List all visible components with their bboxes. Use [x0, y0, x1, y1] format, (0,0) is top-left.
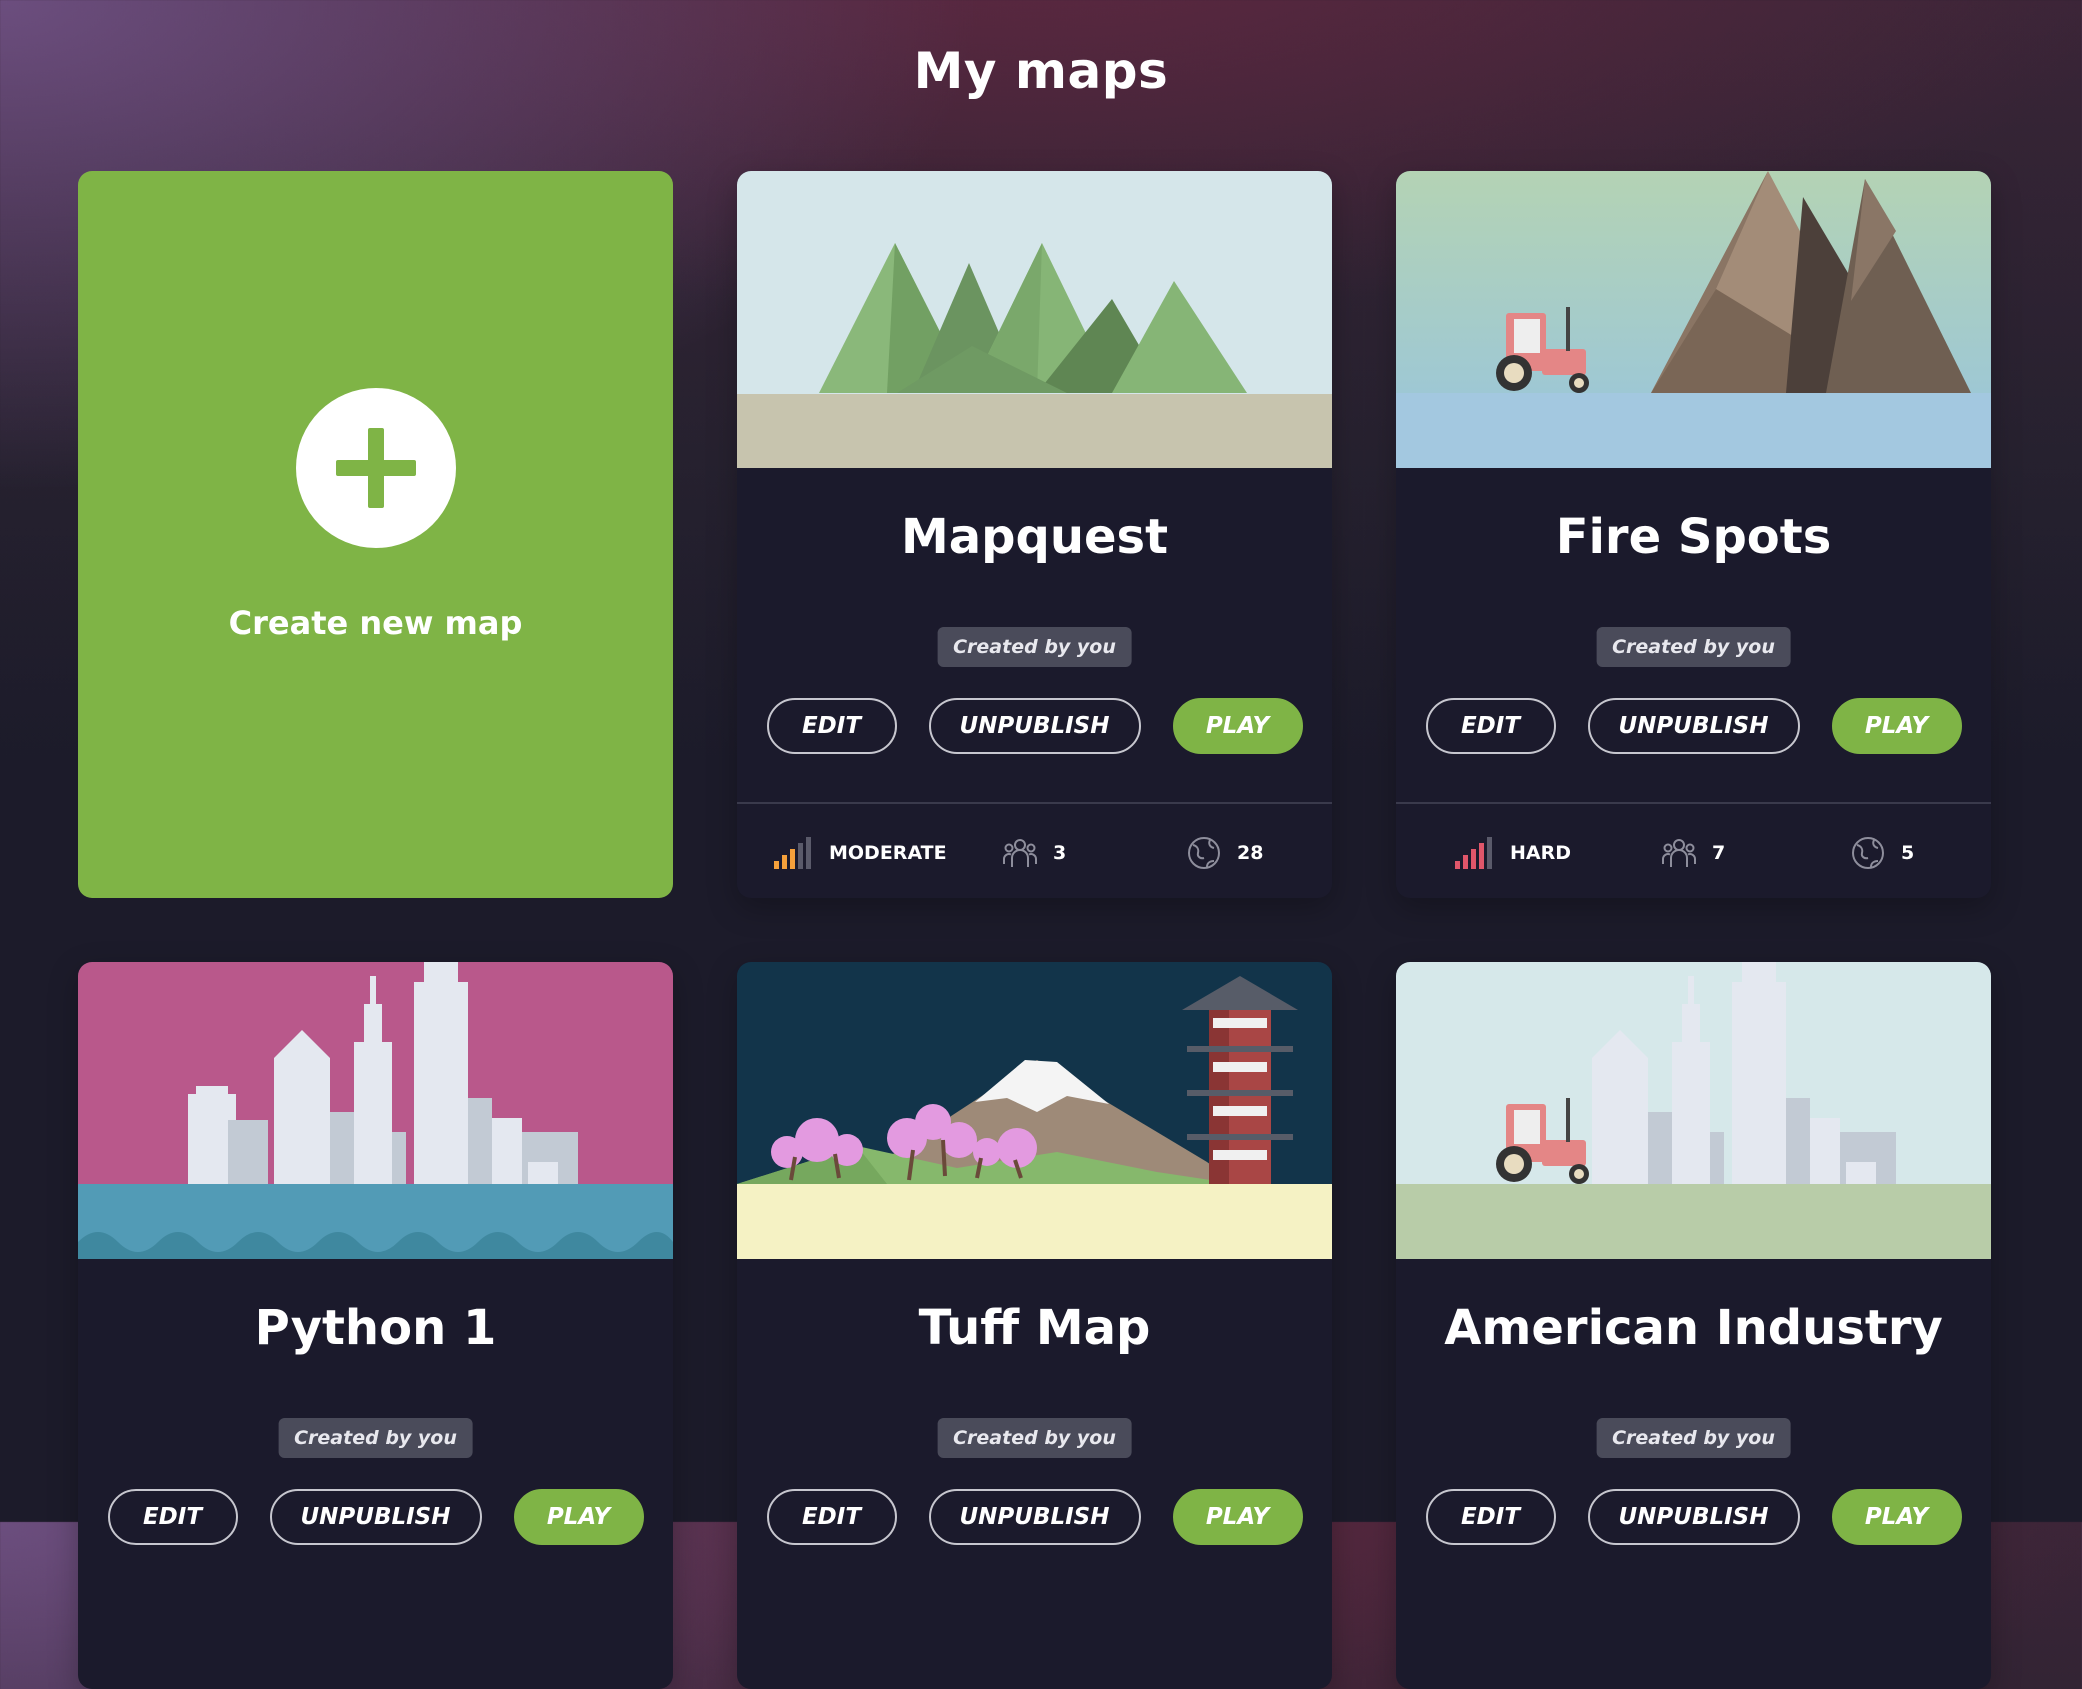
- difficulty-label: MODERATE: [829, 842, 947, 864]
- unpublish-button[interactable]: UNPUBLISH: [269, 1489, 482, 1545]
- play-button[interactable]: PLAY: [1831, 1489, 1962, 1545]
- map-actions: EDIT UNPUBLISH PLAY: [1396, 1489, 1991, 1545]
- difficulty-label: HARD: [1510, 842, 1572, 864]
- map-card: Tuff Map Created by you EDIT UNPUBLISH P…: [737, 962, 1332, 1689]
- map-card: Fire Spots Created by you EDIT UNPUBLISH…: [1396, 171, 1991, 898]
- locations-stat: 5: [1851, 831, 1914, 875]
- unpublish-button[interactable]: UNPUBLISH: [1587, 1489, 1800, 1545]
- edit-button[interactable]: EDIT: [1425, 698, 1556, 754]
- players-icon: [1003, 839, 1037, 867]
- unpublish-button[interactable]: UNPUBLISH: [1587, 698, 1800, 754]
- players-stat: 7: [1662, 831, 1725, 875]
- map-thumbnail[interactable]: [78, 962, 673, 1259]
- locations-count: 5: [1901, 842, 1915, 864]
- created-by-badge: Created by you: [937, 627, 1132, 667]
- unpublish-button[interactable]: UNPUBLISH: [928, 1489, 1141, 1545]
- edit-button[interactable]: EDIT: [766, 698, 897, 754]
- create-new-map-card[interactable]: Create new map: [78, 171, 673, 898]
- difficulty-icon: [1455, 837, 1492, 869]
- edit-button[interactable]: EDIT: [766, 1489, 897, 1545]
- page-title: My maps: [913, 42, 1169, 100]
- map-actions: EDIT UNPUBLISH PLAY: [737, 698, 1332, 754]
- divider: [1396, 802, 1991, 804]
- map-card: Python 1 Created by you EDIT UNPUBLISH P…: [78, 962, 673, 1689]
- map-thumbnail[interactable]: [1396, 962, 1991, 1259]
- players-count: 7: [1712, 842, 1726, 864]
- map-actions: EDIT UNPUBLISH PLAY: [737, 1489, 1332, 1545]
- map-title: Python 1: [254, 1300, 497, 1356]
- map-title: Tuff Map: [918, 1300, 1151, 1356]
- locations-count: 28: [1237, 842, 1264, 864]
- divider: [737, 802, 1332, 804]
- unpublish-button[interactable]: UNPUBLISH: [928, 698, 1141, 754]
- create-new-map-label: Create new map: [228, 603, 523, 642]
- edit-button[interactable]: EDIT: [1425, 1489, 1556, 1545]
- map-title: American Industry: [1444, 1300, 1943, 1356]
- difficulty-stat: MODERATE: [773, 831, 947, 875]
- created-by-badge: Created by you: [1596, 1418, 1791, 1458]
- players-icon: [1662, 839, 1696, 867]
- map-title: Fire Spots: [1555, 509, 1832, 565]
- map-title: Mapquest: [900, 509, 1169, 565]
- created-by-badge: Created by you: [1596, 627, 1791, 667]
- play-button[interactable]: PLAY: [1831, 698, 1962, 754]
- created-by-badge: Created by you: [278, 1418, 473, 1458]
- map-stats: HARD 7 5: [1396, 831, 1991, 875]
- map-stats: MODERATE 3 28: [737, 831, 1332, 875]
- map-thumbnail[interactable]: [1396, 171, 1991, 468]
- map-actions: EDIT UNPUBLISH PLAY: [1396, 698, 1991, 754]
- difficulty-icon: [774, 837, 811, 869]
- plus-icon: [295, 387, 456, 548]
- globe-icon: [1852, 837, 1884, 869]
- map-card: Mapquest Created by you EDIT UNPUBLISH P…: [737, 171, 1332, 898]
- play-button[interactable]: PLAY: [513, 1489, 644, 1545]
- map-thumbnail[interactable]: [737, 171, 1332, 468]
- difficulty-stat: HARD: [1454, 831, 1571, 875]
- players-count: 3: [1053, 842, 1067, 864]
- map-card: American Industry Created by you EDIT UN…: [1396, 962, 1991, 1689]
- play-button[interactable]: PLAY: [1172, 1489, 1303, 1545]
- maps-grid: Create new map Mapquest Created by you E…: [78, 171, 1991, 1689]
- globe-icon: [1188, 837, 1220, 869]
- play-button[interactable]: PLAY: [1172, 698, 1303, 754]
- map-actions: EDIT UNPUBLISH PLAY: [78, 1489, 673, 1545]
- map-thumbnail[interactable]: [737, 962, 1332, 1259]
- locations-stat: 28: [1187, 831, 1263, 875]
- edit-button[interactable]: EDIT: [107, 1489, 238, 1545]
- players-stat: 3: [1003, 831, 1066, 875]
- created-by-badge: Created by you: [937, 1418, 1132, 1458]
